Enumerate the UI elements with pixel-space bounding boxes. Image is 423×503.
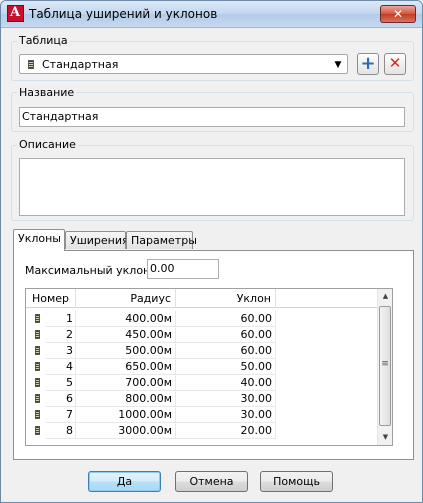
delete-table-button[interactable]: ✕ <box>384 53 406 75</box>
table-row[interactable]: 3 500.00м 60.00 <box>26 343 378 359</box>
add-table-button[interactable]: + <box>357 53 379 75</box>
row-radius: 1000.00м <box>76 407 176 423</box>
row-icon <box>35 378 40 387</box>
table-row[interactable]: 2 450.00м 60.00 <box>26 327 378 343</box>
tab-widenings[interactable]: Уширения <box>65 231 129 249</box>
table-row[interactable]: 8 3000.00м 20.00 <box>26 423 378 439</box>
cancel-button[interactable]: Отмена <box>175 471 248 492</box>
column-header-number[interactable]: Номер <box>26 289 76 308</box>
tab-parameters[interactable]: Параметры <box>126 231 197 249</box>
max-slope-label: Максимальный уклон: <box>25 264 154 277</box>
description-group-label: Описание <box>17 138 78 151</box>
row-icon <box>35 362 40 371</box>
row-number: 5 <box>46 375 76 391</box>
row-radius: 3000.00м <box>76 423 176 439</box>
row-radius: 650.00м <box>76 359 176 375</box>
slopes-table: Номер Радиус Уклон 1 400.00м 60.00 2 450… <box>25 288 393 446</box>
title-bar[interactable]: A Таблица уширений и уклонов ✕ <box>1 1 422 28</box>
row-number: 3 <box>46 343 76 359</box>
column-header-slope[interactable]: Уклон <box>176 289 276 308</box>
app-icon: A <box>7 5 24 22</box>
row-icon <box>35 394 40 403</box>
row-radius: 450.00м <box>76 327 176 343</box>
help-button[interactable]: Помощь <box>260 471 333 492</box>
table-select-value: Стандартная <box>42 58 119 71</box>
tab-slopes[interactable]: Уклоны <box>13 229 65 251</box>
table-row[interactable]: 7 1000.00м 30.00 <box>26 407 378 423</box>
table-row[interactable]: 4 650.00м 50.00 <box>26 359 378 375</box>
row-slope: 60.00 <box>176 311 276 327</box>
row-number: 6 <box>46 391 76 407</box>
row-radius: 800.00м <box>76 391 176 407</box>
table-icon <box>28 60 34 69</box>
row-icon <box>35 346 40 355</box>
table-row[interactable]: 6 800.00м 30.00 <box>26 391 378 407</box>
row-number: 4 <box>46 359 76 375</box>
row-number: 7 <box>46 407 76 423</box>
row-radius: 500.00м <box>76 343 176 359</box>
vertical-scrollbar[interactable]: ▲ ≡ ▼ <box>377 289 392 445</box>
name-input[interactable]: Стандартная <box>19 107 405 127</box>
row-slope: 40.00 <box>176 375 276 391</box>
row-slope: 30.00 <box>176 391 276 407</box>
window-title: Таблица уширений и уклонов <box>29 7 218 21</box>
table-row[interactable]: 5 700.00м 40.00 <box>26 375 378 391</box>
row-radius: 700.00м <box>76 375 176 391</box>
row-icon <box>35 314 40 323</box>
max-slope-input[interactable]: 0.00 <box>147 259 219 279</box>
scroll-up-icon[interactable]: ▲ <box>378 289 392 304</box>
scroll-down-icon[interactable]: ▼ <box>378 430 392 445</box>
row-slope: 60.00 <box>176 327 276 343</box>
scroll-thumb[interactable]: ≡ <box>379 306 391 426</box>
table-row[interactable]: 1 400.00м 60.00 <box>26 311 378 327</box>
table-group-label: Таблица <box>17 34 70 47</box>
description-input[interactable] <box>19 158 405 216</box>
chevron-down-icon[interactable]: ▼ <box>331 58 345 72</box>
table-header: Номер Радиус Уклон <box>26 289 378 308</box>
row-number: 8 <box>46 423 76 439</box>
row-icon <box>35 410 40 419</box>
row-number: 1 <box>46 311 76 327</box>
row-icon <box>35 330 40 339</box>
ok-button[interactable]: Да <box>88 471 161 492</box>
table-select[interactable]: Стандартная ▼ <box>19 54 348 74</box>
row-slope: 60.00 <box>176 343 276 359</box>
name-group-label: Название <box>17 86 77 99</box>
close-button[interactable]: ✕ <box>380 5 416 23</box>
row-number: 2 <box>46 327 76 343</box>
row-radius: 400.00м <box>76 311 176 327</box>
row-slope: 50.00 <box>176 359 276 375</box>
row-slope: 30.00 <box>176 407 276 423</box>
row-slope: 20.00 <box>176 423 276 439</box>
row-icon <box>35 426 40 435</box>
dialog-window: A Таблица уширений и уклонов ✕ Таблица С… <box>0 0 423 503</box>
column-header-radius[interactable]: Радиус <box>76 289 176 308</box>
